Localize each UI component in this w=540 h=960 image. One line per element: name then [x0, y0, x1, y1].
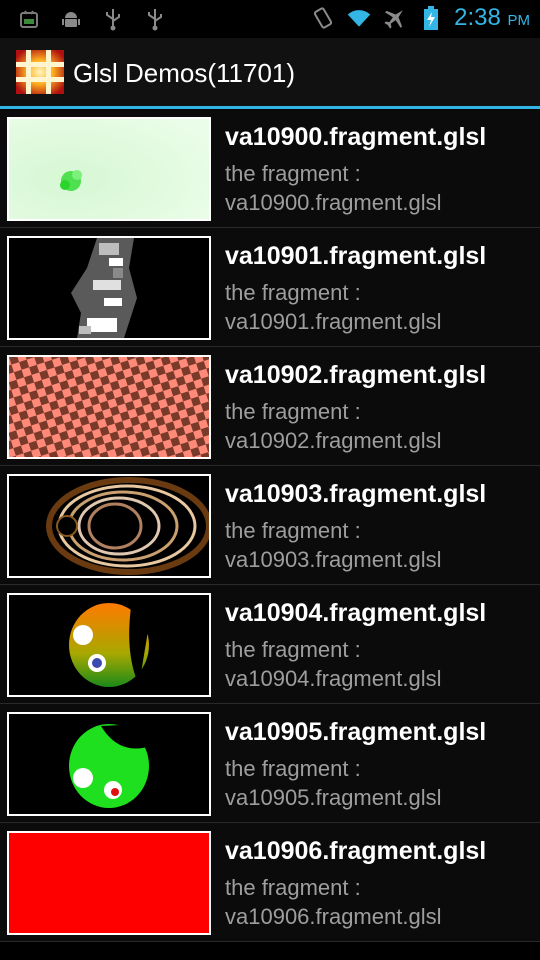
item-subtitle: the fragment : va10902.fragment.glsl [225, 397, 441, 455]
airplane-icon [382, 5, 408, 31]
app-logo-icon[interactable] [16, 50, 64, 94]
item-subtitle-line2: va10906.fragment.glsl [225, 904, 442, 929]
clock: 2:38 PM [454, 4, 530, 32]
battery-charging-icon [418, 5, 444, 31]
item-title: va10901.fragment.glsl [225, 242, 487, 270]
item-title: va10906.fragment.glsl [225, 837, 487, 865]
item-title: va10905.fragment.glsl [225, 718, 487, 746]
item-subtitle-line2: va10905.fragment.glsl [225, 785, 442, 810]
list-item[interactable]: va10902.fragment.glsl the fragment : va1… [0, 347, 540, 466]
item-subtitle-line2: va10902.fragment.glsl [225, 428, 442, 453]
usb-icon [142, 6, 168, 32]
list-item[interactable]: va10900.fragment.glsl the fragment : va1… [0, 109, 540, 228]
list-item[interactable]: va10904.fragment.glsl the fragment : va1… [0, 585, 540, 704]
wifi-icon [346, 5, 372, 31]
thumbnail-image [7, 355, 211, 459]
item-title: va10900.fragment.glsl [225, 123, 487, 151]
list-item[interactable]: va10901.fragment.glsl the fragment : va1… [0, 228, 540, 347]
system-icons: 2:38 PM [310, 4, 530, 32]
status-bar: 2:38 PM [0, 0, 540, 38]
app-title: Glsl Demos(11701) [73, 58, 296, 88]
item-subtitle-line1: the fragment : [225, 518, 361, 543]
item-title: va10903.fragment.glsl [225, 480, 487, 508]
item-subtitle-line2: va10901.fragment.glsl [225, 309, 442, 334]
item-subtitle-line1: the fragment : [225, 756, 361, 781]
android-terminal-icon [16, 6, 42, 32]
item-subtitle-line2: va10903.fragment.glsl [225, 547, 442, 572]
item-subtitle-line1: the fragment : [225, 637, 361, 662]
demo-list[interactable]: va10900.fragment.glsl the fragment : va1… [0, 109, 540, 942]
item-subtitle-line1: the fragment : [225, 280, 361, 305]
thumbnail-image [7, 593, 211, 697]
item-subtitle: the fragment : va10901.fragment.glsl [225, 278, 441, 336]
item-subtitle: the fragment : va10905.fragment.glsl [225, 754, 441, 812]
clock-time: 2:38 [454, 4, 501, 31]
item-subtitle: the fragment : va10906.fragment.glsl [225, 873, 441, 931]
item-title: va10904.fragment.glsl [225, 599, 487, 627]
item-subtitle-line2: va10900.fragment.glsl [225, 190, 442, 215]
item-title: va10902.fragment.glsl [225, 361, 487, 389]
list-item[interactable]: va10903.fragment.glsl the fragment : va1… [0, 466, 540, 585]
vibrate-icon [310, 5, 336, 31]
item-subtitle: the fragment : va10904.fragment.glsl [225, 635, 441, 693]
thumbnail-image [7, 474, 211, 578]
item-subtitle: the fragment : va10903.fragment.glsl [225, 516, 441, 574]
thumbnail-image [7, 236, 211, 340]
notification-icons [16, 6, 168, 32]
thumbnail-image [7, 831, 211, 935]
item-subtitle-line1: the fragment : [225, 875, 361, 900]
item-subtitle-line1: the fragment : [225, 161, 361, 186]
thumbnail-image [7, 117, 211, 221]
list-item[interactable]: va10905.fragment.glsl the fragment : va1… [0, 704, 540, 823]
usb-icon [100, 6, 126, 32]
thumbnail-image [7, 712, 211, 816]
action-bar: Glsl Demos(11701) [0, 38, 540, 109]
list-item[interactable]: va10906.fragment.glsl the fragment : va1… [0, 823, 540, 942]
item-subtitle: the fragment : va10900.fragment.glsl [225, 159, 441, 217]
clock-ampm: PM [507, 12, 531, 29]
item-subtitle-line2: va10904.fragment.glsl [225, 666, 442, 691]
android-debug-icon [58, 6, 84, 32]
item-subtitle-line1: the fragment : [225, 399, 361, 424]
